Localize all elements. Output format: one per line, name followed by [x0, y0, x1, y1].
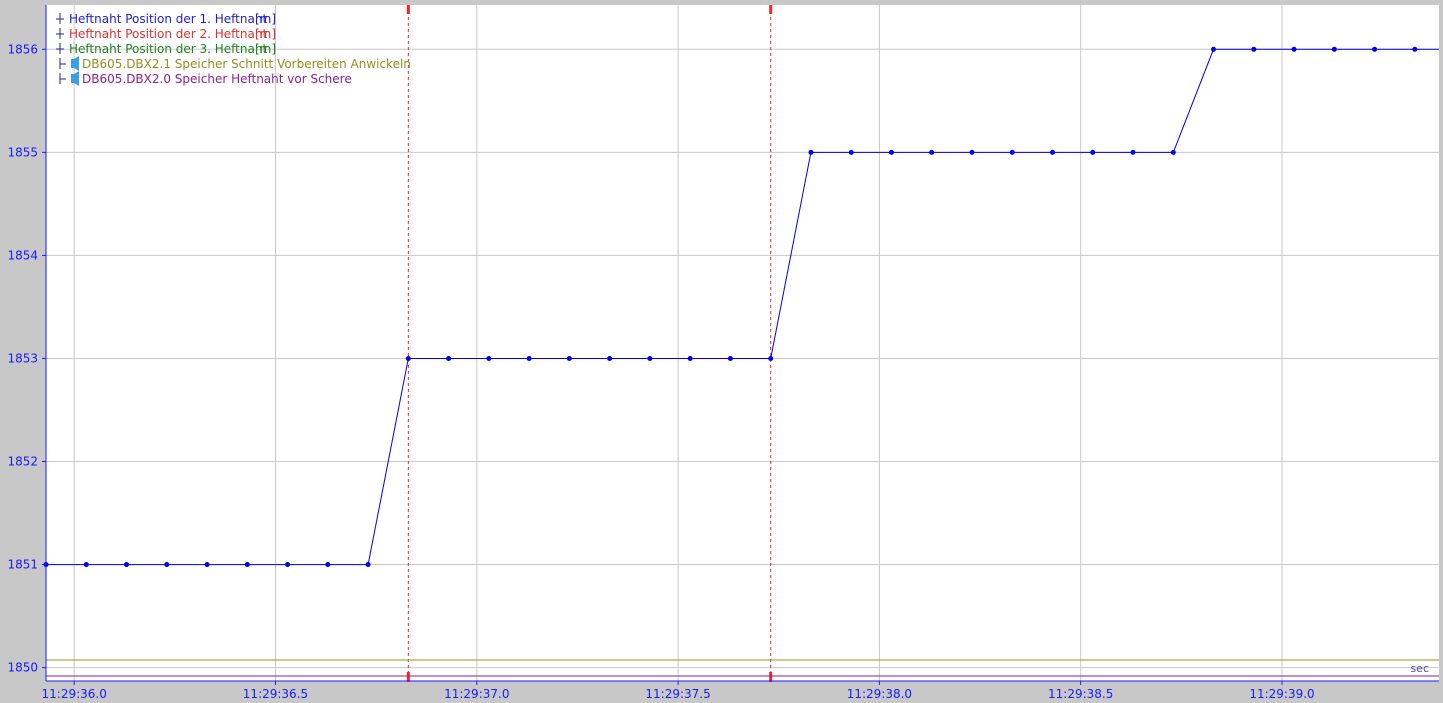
legend-item[interactable]: DB605.DBX2.1 Speicher Schnitt Vorbereite… — [59, 56, 411, 71]
legend-unit: [m] — [255, 27, 276, 41]
data-point — [244, 562, 250, 568]
y-tick-label: 1852 — [7, 455, 38, 469]
data-point — [1050, 149, 1056, 155]
plot-area[interactable] — [46, 5, 1439, 681]
data-point — [124, 562, 130, 568]
legend-item[interactable]: DB605.DBX2.0 Speicher Heftnaht vor Scher… — [59, 71, 352, 86]
legend-unit: [m] — [255, 42, 276, 56]
data-point — [647, 355, 653, 361]
x-tick-label: 11:29:37.0 — [444, 687, 509, 701]
data-point — [607, 355, 613, 361]
data-point — [164, 562, 170, 568]
data-point — [1331, 46, 1337, 52]
y-tick-label: 1856 — [7, 42, 38, 56]
data-point — [1009, 149, 1015, 155]
legend-label: Heftnaht Position der 3. Heftnaht — [69, 42, 267, 56]
trend-chart[interactable]: 1850185118521853185418551856 11:29:36.0 1… — [0, 0, 1443, 703]
data-point — [365, 562, 371, 568]
data-point — [446, 355, 452, 361]
y-tick-label: 1854 — [7, 248, 38, 262]
y-tick-label: 1853 — [7, 351, 38, 365]
x-tick-label: 11:29:36.5 — [243, 687, 308, 701]
data-point — [1372, 46, 1378, 52]
x-axis-ticks: 11:29:36.0 11:29:36.5 11:29:37.0 11:29:37.5… — [42, 681, 1315, 701]
data-point — [566, 355, 572, 361]
data-point — [1170, 149, 1176, 155]
data-point — [969, 149, 975, 155]
legend-label: DB605.DBX2.1 Speicher Schnitt Vorbereite… — [82, 57, 411, 71]
x-tick-label: 11:29:39.0 — [1249, 687, 1314, 701]
x-tick-label: 11:29:38.0 — [847, 687, 912, 701]
data-point — [929, 149, 935, 155]
y-tick-label: 1855 — [7, 145, 38, 159]
data-point — [1211, 46, 1217, 52]
data-point — [727, 355, 733, 361]
data-point — [83, 562, 89, 568]
cursor-handle-top[interactable] — [406, 5, 410, 14]
cursor-handle-top[interactable] — [769, 5, 773, 14]
data-point — [486, 355, 492, 361]
x-tick-label: 11:29:36.0 — [42, 687, 107, 701]
data-point — [1412, 46, 1418, 52]
data-point — [526, 355, 532, 361]
data-point — [285, 562, 291, 568]
data-point — [687, 355, 693, 361]
data-point — [1251, 46, 1257, 52]
legend-item[interactable]: Heftnaht Position der 3. Heftnaht[m] — [56, 42, 276, 56]
y-axis-ticks: 1850 1851 1852 1853 1854 1855 1856 — [7, 42, 46, 675]
data-point — [405, 355, 411, 361]
y-tick-label: 1851 — [7, 558, 38, 572]
data-point — [1291, 46, 1297, 52]
x-tick-label: 11:29:37.5 — [645, 687, 710, 701]
data-point — [204, 562, 210, 568]
legend-label: DB605.DBX2.0 Speicher Heftnaht vor Scher… — [82, 72, 352, 86]
x-tick-label: 11:29:38.5 — [1048, 687, 1113, 701]
data-point — [848, 149, 854, 155]
x-axis-unit: sec — [1410, 662, 1429, 675]
data-point — [1130, 149, 1136, 155]
data-point — [325, 562, 331, 568]
legend-unit: [m] — [255, 12, 276, 26]
legend-item[interactable]: Heftnaht Position der 1. Heftnaht[m] — [56, 12, 276, 26]
legend-item[interactable]: Heftnaht Position der 2. Heftnaht[m] — [56, 27, 276, 41]
legend-label: Heftnaht Position der 1. Heftnaht — [69, 12, 267, 26]
legend-label: Heftnaht Position der 2. Heftnaht — [69, 27, 267, 41]
data-point — [768, 355, 774, 361]
data-point — [888, 149, 894, 155]
data-point — [808, 149, 814, 155]
y-tick-label: 1850 — [7, 661, 38, 675]
data-point — [1090, 149, 1096, 155]
